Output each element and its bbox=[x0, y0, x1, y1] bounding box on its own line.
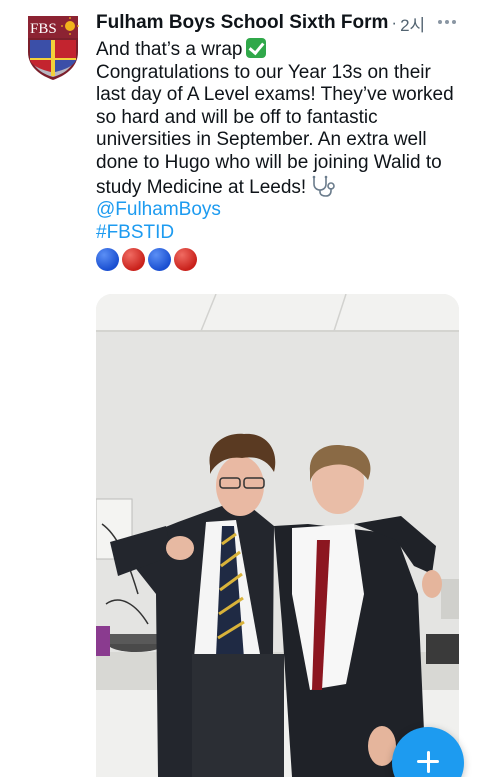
tweet-line: study Medicine at Leeds! bbox=[96, 175, 468, 200]
timestamp[interactable]: 2시 bbox=[400, 11, 425, 36]
tweet-line: so hard and will be off to fantastic bbox=[96, 106, 378, 128]
tweet-header: Fulham Boys School Sixth Form · 2시 bbox=[96, 10, 466, 36]
tweet-line: done to Hugo who will be joining Walid t… bbox=[96, 151, 442, 173]
tweet-line: Congratulations to our Year 13s on their bbox=[96, 61, 431, 83]
separator: · bbox=[391, 13, 398, 32]
tweet-line: And that’s a wrap bbox=[96, 38, 468, 62]
more-horizontal-icon[interactable] bbox=[438, 16, 462, 28]
blue-circle-icon bbox=[96, 248, 119, 272]
tweet-line: universities in September. An extra well bbox=[96, 129, 427, 151]
emoji-circles bbox=[96, 248, 468, 272]
red-circle-icon bbox=[174, 248, 197, 272]
stethoscope-icon bbox=[312, 175, 335, 197]
tweet-photo[interactable] bbox=[96, 294, 459, 777]
blue-circle-icon bbox=[148, 248, 171, 272]
tweet[interactable]: FBS Fulham Boys School Sixth Form · 2시 A… bbox=[0, 0, 480, 777]
red-circle-icon bbox=[122, 248, 145, 272]
hashtag-link[interactable]: #FBSTID bbox=[96, 222, 174, 243]
check-mark-icon bbox=[246, 38, 267, 58]
author-name[interactable]: Fulham Boys School Sixth Form bbox=[96, 12, 388, 34]
mention-link[interactable]: @FulhamBoys bbox=[96, 199, 221, 220]
avatar[interactable]: FBS bbox=[26, 14, 80, 80]
tweet-line: last day of A Level exams! They’ve worke… bbox=[96, 84, 454, 106]
tweet-text: And that’s a wrap Congratulations to our… bbox=[96, 38, 468, 272]
avatar-text: FBS bbox=[30, 21, 57, 37]
